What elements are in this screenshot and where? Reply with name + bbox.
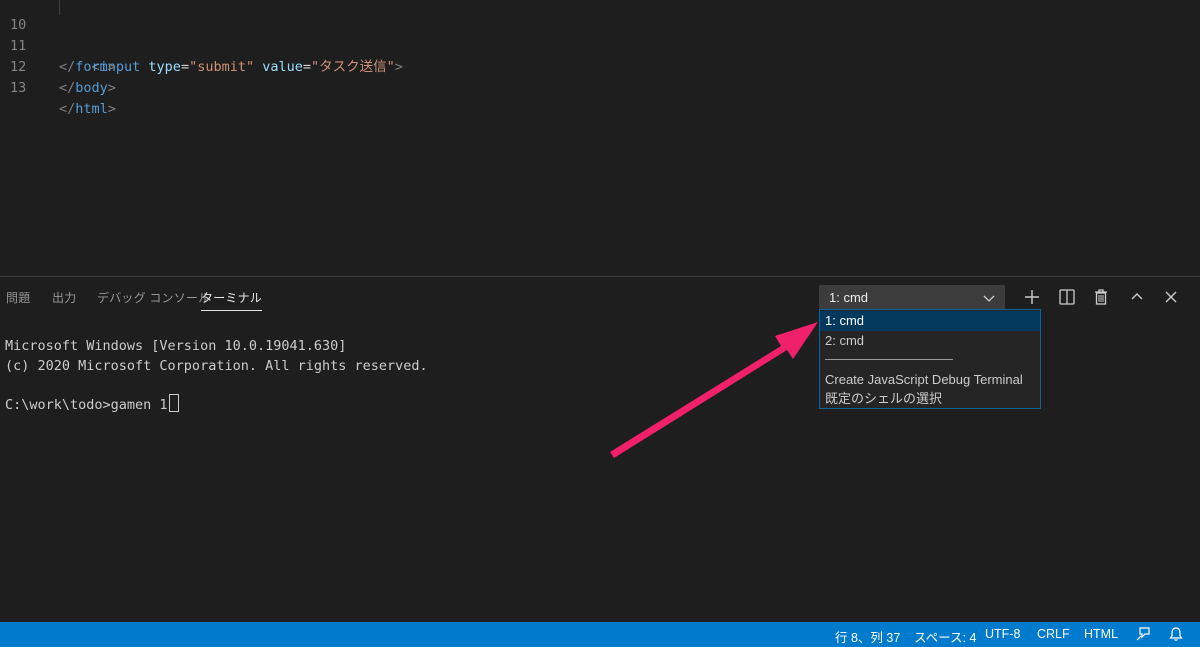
close-icon[interactable]: [1161, 287, 1181, 307]
trash-icon[interactable]: [1091, 287, 1111, 307]
code-editor[interactable]: 10 <input type="submit" value="タスク送信"> 1…: [0, 0, 1200, 276]
status-indentation[interactable]: スペース: 4: [914, 627, 976, 646]
terminal-prompt[interactable]: C:\work\todo>gamen 1: [5, 394, 179, 415]
code-line-12[interactable]: 12 </body>: [0, 36, 1200, 96]
split-icon[interactable]: [1057, 287, 1077, 307]
status-cursor-position[interactable]: 行 8、列 37: [835, 627, 900, 646]
dropdown-option-cmd-1[interactable]: 1: cmd: [820, 311, 1040, 331]
chevron-down-icon: [982, 291, 996, 305]
code-line-13[interactable]: 13 </html>: [0, 57, 1200, 117]
plus-icon[interactable]: [1022, 287, 1042, 307]
tab-terminal[interactable]: ターミナル: [201, 289, 263, 311]
code-line-11[interactable]: 11 </form>: [0, 15, 1200, 75]
status-bar: 行 8、列 37 スペース: 4 UTF-8 CRLF HTML: [0, 622, 1200, 647]
code-content: </body>: [59, 80, 116, 96]
terminal-select[interactable]: 1: cmd: [819, 285, 1005, 309]
feedback-icon[interactable]: [1135, 626, 1151, 642]
tab-output[interactable]: 出力: [52, 289, 76, 306]
terminal-cursor: [168, 394, 179, 412]
terminal-line: Microsoft Windows [Version 10.0.19041.63…: [5, 338, 347, 354]
terminal-select-value: 1: cmd: [829, 290, 869, 305]
terminal-prompt-text: C:\work\todo>gamen 1: [5, 397, 168, 413]
status-encoding[interactable]: UTF-8: [985, 627, 1020, 641]
terminal-line: (c) 2020 Microsoft Corporation. All righ…: [5, 358, 428, 374]
indent-guide: [59, 0, 60, 15]
dropdown-action-select-default-shell[interactable]: 既定のシェルの選択: [820, 389, 1040, 409]
status-eol[interactable]: CRLF: [1037, 627, 1070, 641]
tab-debug-console[interactable]: デバッグ コンソール: [97, 289, 210, 306]
tab-problems[interactable]: 問題: [6, 289, 30, 306]
dropdown-option-cmd-2[interactable]: 2: cmd: [820, 331, 1040, 351]
code-line-10[interactable]: 10 <input type="submit" value="タスク送信">: [0, 0, 1200, 75]
dropdown-action-create-debug-terminal[interactable]: Create JavaScript Debug Terminal: [820, 370, 1040, 390]
bell-icon[interactable]: [1168, 626, 1184, 642]
status-language[interactable]: HTML: [1084, 627, 1118, 641]
terminal-select-dropdown: 1: cmd 2: cmd Create JavaScript Debug Te…: [819, 309, 1041, 409]
code-content: </html>: [59, 101, 116, 117]
panel-tabs: 問題 出力 デバッグ コンソール ターミナル: [0, 277, 800, 317]
dropdown-separator: [825, 359, 953, 360]
line-number: 13: [10, 80, 27, 96]
chevron-up-icon[interactable]: [1127, 287, 1147, 307]
